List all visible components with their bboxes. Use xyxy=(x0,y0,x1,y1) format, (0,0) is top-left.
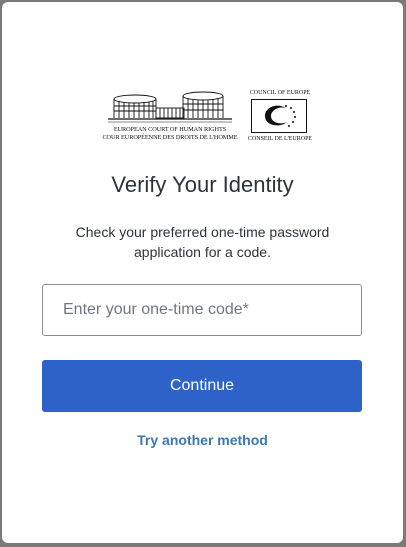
coe-name-fr: CONSEIL DE L'EUROPE xyxy=(247,136,313,142)
continue-button[interactable]: Continue xyxy=(42,360,362,412)
echr-name-fr: COUR EUROPÉENNE DES DROITS DE L'HOMME xyxy=(102,134,238,141)
try-another-method-link[interactable]: Try another method xyxy=(2,432,403,448)
coe-name-en: COUNCIL OF EUROPE xyxy=(249,90,311,96)
login-card: EUROPEAN COURT OF HUMAN RIGHTS COUR EURO… xyxy=(2,2,403,543)
echr-building-icon xyxy=(108,91,232,123)
page-description: Check your preferred one-time password a… xyxy=(2,222,403,262)
logo-group: EUROPEAN COURT OF HUMAN RIGHTS COUR EURO… xyxy=(102,88,318,148)
description-line-2: application for a code. xyxy=(134,244,271,260)
page-title: Verify Your Identity xyxy=(111,172,294,197)
one-time-code-input[interactable] xyxy=(42,284,362,336)
description-line-1: Check your preferred one-time password xyxy=(75,224,330,240)
echr-name-en: EUROPEAN COURT OF HUMAN RIGHTS xyxy=(113,126,227,133)
coe-logo: COUNCIL OF EUROPE CONSEIL DE L'EUROPE xyxy=(246,88,318,148)
echr-logo: EUROPEAN COURT OF HUMAN RIGHTS COUR EURO… xyxy=(102,88,238,146)
coe-emblem-icon xyxy=(251,99,307,133)
